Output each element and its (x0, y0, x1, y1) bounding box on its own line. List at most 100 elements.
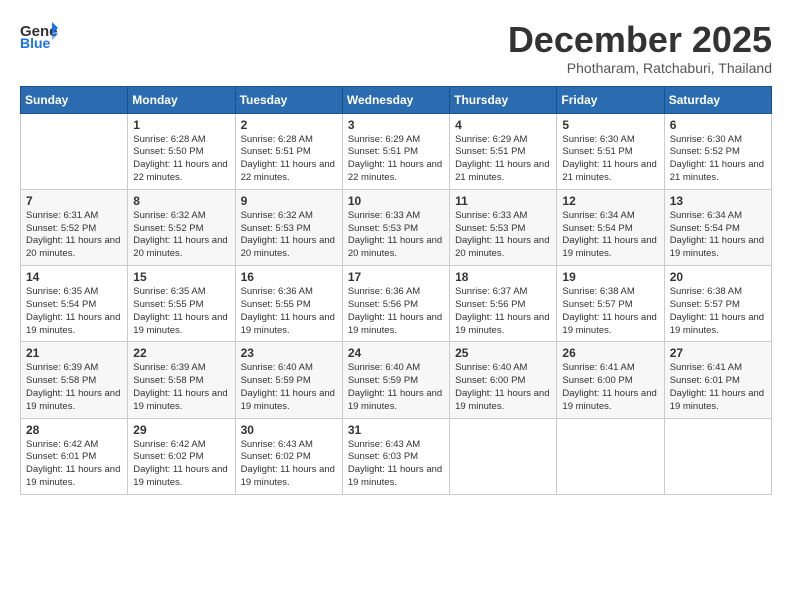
day-header-friday: Friday (557, 86, 664, 113)
day-info: Sunrise: 6:28 AM Sunset: 5:51 PM Dayligh… (241, 134, 337, 185)
day-number: 16 (241, 270, 337, 284)
calendar-cell: 4 Sunrise: 6:29 AM Sunset: 5:51 PM Daylig… (450, 113, 557, 189)
day-info: Sunrise: 6:42 AM Sunset: 6:02 PM Dayligh… (133, 439, 229, 490)
day-number: 11 (455, 194, 551, 208)
day-number: 21 (26, 346, 122, 360)
calendar-cell: 28Sunrise: 6:42 AM Sunset: 6:01 PM Dayli… (21, 418, 128, 494)
calendar-cell: 7 Sunrise: 6:31 AM Sunset: 5:52 PM Daylig… (21, 189, 128, 265)
calendar-cell: 16Sunrise: 6:36 AM Sunset: 5:55 PM Dayli… (235, 266, 342, 342)
day-number: 12 (562, 194, 658, 208)
day-info: Sunrise: 6:30 AM Sunset: 5:52 PM Dayligh… (670, 134, 766, 185)
svg-text:Blue: Blue (20, 35, 51, 50)
day-number: 8 (133, 194, 229, 208)
day-number: 31 (348, 423, 444, 437)
calendar-cell: 5 Sunrise: 6:30 AM Sunset: 5:51 PM Daylig… (557, 113, 664, 189)
calendar-cell: 14Sunrise: 6:35 AM Sunset: 5:54 PM Dayli… (21, 266, 128, 342)
day-info: Sunrise: 6:39 AM Sunset: 5:58 PM Dayligh… (26, 362, 122, 413)
day-info: Sunrise: 6:29 AM Sunset: 5:51 PM Dayligh… (455, 134, 551, 185)
calendar-cell: 30Sunrise: 6:43 AM Sunset: 6:02 PM Dayli… (235, 418, 342, 494)
calendar-week-4: 21 Sunrise: 6:39 AM Sunset: 5:58 PM Dayli… (21, 342, 772, 418)
day-number: 24 (348, 346, 444, 360)
calendar-cell (664, 418, 771, 494)
day-number: 13 (670, 194, 766, 208)
day-info: Sunrise: 6:40 AM Sunset: 6:00 PM Dayligh… (455, 362, 551, 413)
day-number: 26 (562, 346, 658, 360)
day-info: Sunrise: 6:34 AM Sunset: 5:54 PM Dayligh… (670, 210, 766, 261)
day-info: Sunrise: 6:39 AM Sunset: 5:58 PM Dayligh… (133, 362, 229, 413)
calendar-table: SundayMondayTuesdayWednesdayThursdayFrid… (20, 86, 772, 495)
day-info: Sunrise: 6:41 AM Sunset: 6:00 PM Dayligh… (562, 362, 658, 413)
logo-icon: General Blue (20, 20, 58, 50)
calendar-cell: 13 Sunrise: 6:34 AM Sunset: 5:54 PM Dayli… (664, 189, 771, 265)
day-number: 15 (133, 270, 229, 284)
calendar-header-row: SundayMondayTuesdayWednesdayThursdayFrid… (21, 86, 772, 113)
calendar-cell: 31 Sunrise: 6:43 AM Sunset: 6:03 PM Dayli… (342, 418, 449, 494)
day-info: Sunrise: 6:41 AM Sunset: 6:01 PM Dayligh… (670, 362, 766, 413)
location-subtitle: Photharam, Ratchaburi, Thailand (508, 60, 772, 76)
calendar-cell: 15 Sunrise: 6:35 AM Sunset: 5:55 PM Dayli… (128, 266, 235, 342)
calendar-cell: 20Sunrise: 6:38 AM Sunset: 5:57 PM Dayli… (664, 266, 771, 342)
day-number: 6 (670, 118, 766, 132)
calendar-cell: 22Sunrise: 6:39 AM Sunset: 5:58 PM Dayli… (128, 342, 235, 418)
day-number: 20 (670, 270, 766, 284)
day-number: 23 (241, 346, 337, 360)
day-info: Sunrise: 6:31 AM Sunset: 5:52 PM Dayligh… (26, 210, 122, 261)
day-info: Sunrise: 6:33 AM Sunset: 5:53 PM Dayligh… (455, 210, 551, 261)
calendar-cell: 11 Sunrise: 6:33 AM Sunset: 5:53 PM Dayli… (450, 189, 557, 265)
calendar-week-5: 28Sunrise: 6:42 AM Sunset: 6:01 PM Dayli… (21, 418, 772, 494)
calendar-cell: 8 Sunrise: 6:32 AM Sunset: 5:52 PM Daylig… (128, 189, 235, 265)
calendar-week-3: 14Sunrise: 6:35 AM Sunset: 5:54 PM Dayli… (21, 266, 772, 342)
calendar-week-2: 7 Sunrise: 6:31 AM Sunset: 5:52 PM Daylig… (21, 189, 772, 265)
day-number: 10 (348, 194, 444, 208)
calendar-cell: 24Sunrise: 6:40 AM Sunset: 5:59 PM Dayli… (342, 342, 449, 418)
day-info: Sunrise: 6:32 AM Sunset: 5:52 PM Dayligh… (133, 210, 229, 261)
calendar-cell (21, 113, 128, 189)
calendar-cell: 19 Sunrise: 6:38 AM Sunset: 5:57 PM Dayli… (557, 266, 664, 342)
day-header-saturday: Saturday (664, 86, 771, 113)
calendar-cell (557, 418, 664, 494)
day-info: Sunrise: 6:35 AM Sunset: 5:54 PM Dayligh… (26, 286, 122, 337)
calendar-cell: 18Sunrise: 6:37 AM Sunset: 5:56 PM Dayli… (450, 266, 557, 342)
calendar-cell: 2 Sunrise: 6:28 AM Sunset: 5:51 PM Daylig… (235, 113, 342, 189)
calendar-cell: 9 Sunrise: 6:32 AM Sunset: 5:53 PM Daylig… (235, 189, 342, 265)
day-info: Sunrise: 6:35 AM Sunset: 5:55 PM Dayligh… (133, 286, 229, 337)
day-number: 5 (562, 118, 658, 132)
calendar-week-1: 1 Sunrise: 6:28 AM Sunset: 5:50 PM Daylig… (21, 113, 772, 189)
day-info: Sunrise: 6:30 AM Sunset: 5:51 PM Dayligh… (562, 134, 658, 185)
day-number: 7 (26, 194, 122, 208)
calendar-cell: 27Sunrise: 6:41 AM Sunset: 6:01 PM Dayli… (664, 342, 771, 418)
day-info: Sunrise: 6:32 AM Sunset: 5:53 PM Dayligh… (241, 210, 337, 261)
title-section: December 2025 Photharam, Ratchaburi, Tha… (508, 20, 772, 76)
day-info: Sunrise: 6:29 AM Sunset: 5:51 PM Dayligh… (348, 134, 444, 185)
day-number: 2 (241, 118, 337, 132)
day-info: Sunrise: 6:40 AM Sunset: 5:59 PM Dayligh… (241, 362, 337, 413)
page-header: General Blue December 2025 Photharam, Ra… (20, 20, 772, 76)
day-number: 17 (348, 270, 444, 284)
day-header-thursday: Thursday (450, 86, 557, 113)
day-info: Sunrise: 6:38 AM Sunset: 5:57 PM Dayligh… (562, 286, 658, 337)
calendar-cell: 29 Sunrise: 6:42 AM Sunset: 6:02 PM Dayli… (128, 418, 235, 494)
calendar-cell: 21 Sunrise: 6:39 AM Sunset: 5:58 PM Dayli… (21, 342, 128, 418)
calendar-cell: 12 Sunrise: 6:34 AM Sunset: 5:54 PM Dayli… (557, 189, 664, 265)
calendar-cell: 10 Sunrise: 6:33 AM Sunset: 5:53 PM Dayli… (342, 189, 449, 265)
calendar-cell: 6 Sunrise: 6:30 AM Sunset: 5:52 PM Daylig… (664, 113, 771, 189)
calendar-cell: 3Sunrise: 6:29 AM Sunset: 5:51 PM Daylig… (342, 113, 449, 189)
day-number: 9 (241, 194, 337, 208)
calendar-cell: 23 Sunrise: 6:40 AM Sunset: 5:59 PM Dayli… (235, 342, 342, 418)
day-header-wednesday: Wednesday (342, 86, 449, 113)
day-number: 4 (455, 118, 551, 132)
calendar-cell (450, 418, 557, 494)
calendar-cell: 25 Sunrise: 6:40 AM Sunset: 6:00 PM Dayli… (450, 342, 557, 418)
day-number: 18 (455, 270, 551, 284)
day-info: Sunrise: 6:28 AM Sunset: 5:50 PM Dayligh… (133, 134, 229, 185)
logo: General Blue (20, 20, 58, 50)
day-number: 25 (455, 346, 551, 360)
day-info: Sunrise: 6:33 AM Sunset: 5:53 PM Dayligh… (348, 210, 444, 261)
day-info: Sunrise: 6:34 AM Sunset: 5:54 PM Dayligh… (562, 210, 658, 261)
day-number: 30 (241, 423, 337, 437)
day-number: 1 (133, 118, 229, 132)
day-number: 19 (562, 270, 658, 284)
day-number: 29 (133, 423, 229, 437)
day-header-monday: Monday (128, 86, 235, 113)
day-info: Sunrise: 6:43 AM Sunset: 6:03 PM Dayligh… (348, 439, 444, 490)
